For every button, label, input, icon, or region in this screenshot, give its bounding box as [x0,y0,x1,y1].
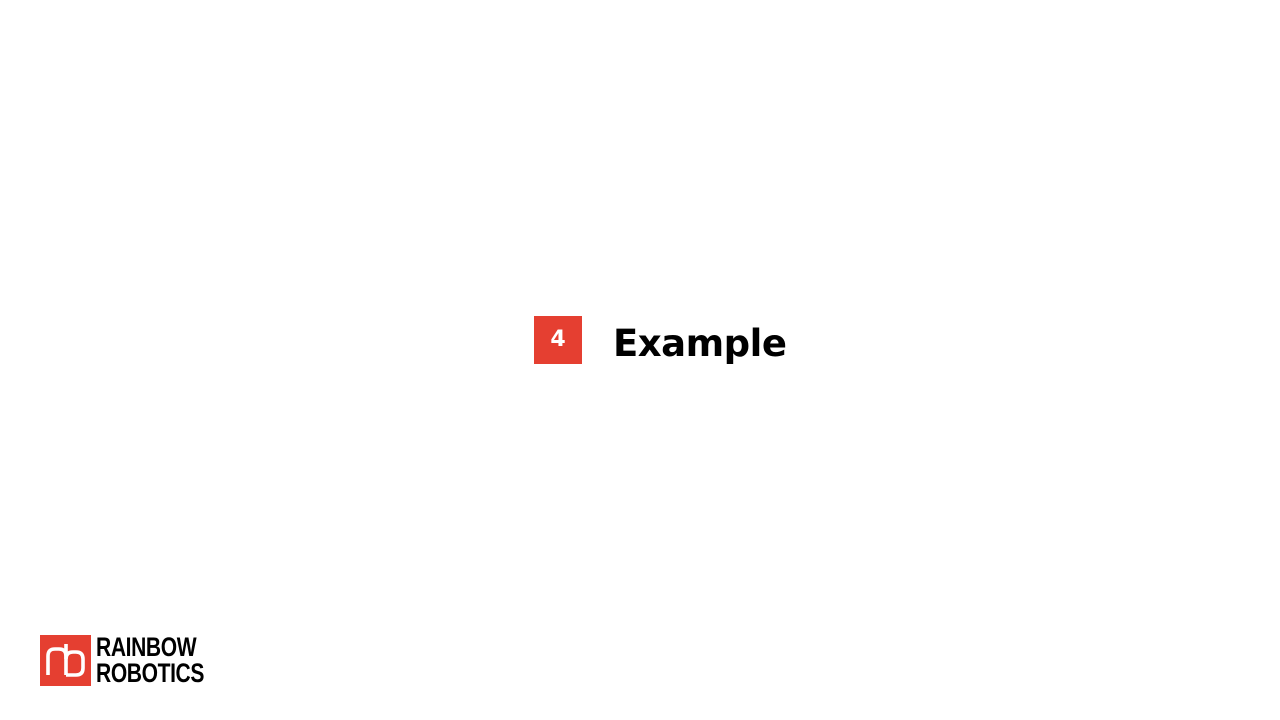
logo-wordmark: RAINBOW ROBOTICS [96,631,235,688]
slide: 4 Example RAINBOW ROBOTICS [0,0,1280,720]
section-title: Example [613,322,787,365]
rainbow-robotics-logo: RAINBOW ROBOTICS [40,631,235,688]
section-number: 4 [550,327,566,352]
logo-text-line-1: RAINBOW [96,631,197,662]
rb-logo-icon [40,634,91,686]
section-number-badge: 4 [534,316,582,364]
logo-text-line-2: ROBOTICS [96,657,205,688]
